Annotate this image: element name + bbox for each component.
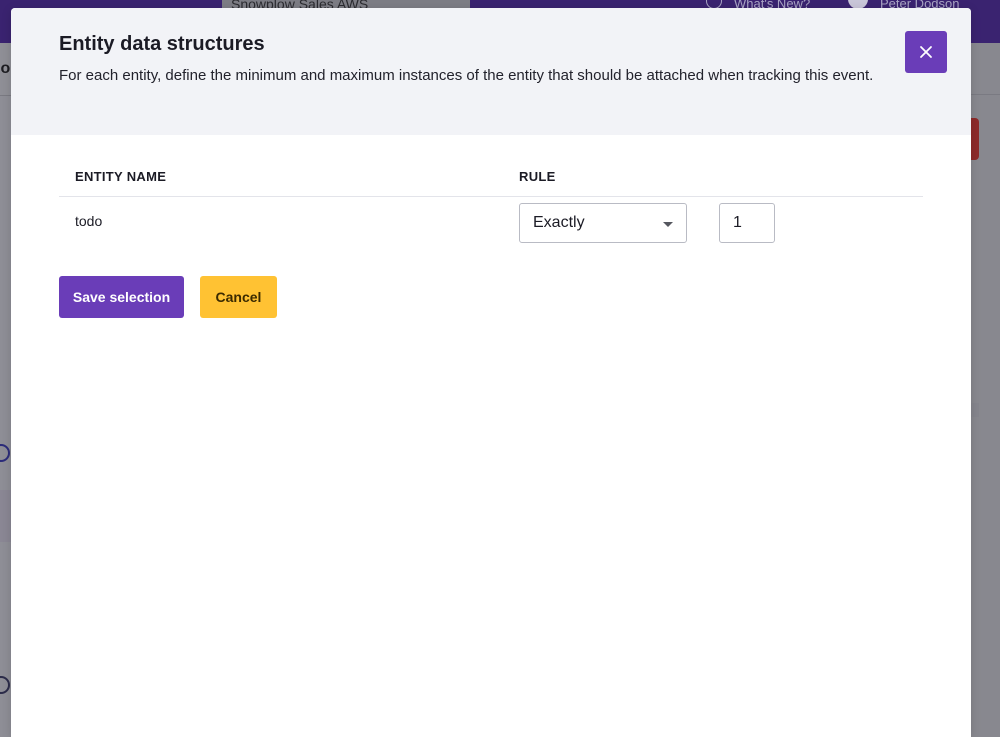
close-icon	[920, 46, 932, 58]
whats-new-link: What's New?	[706, 0, 810, 8]
avatar: PD	[848, 0, 868, 8]
instance-count-input[interactable]	[719, 203, 775, 243]
background-left-block	[0, 490, 11, 542]
background-divider	[971, 94, 1000, 95]
modal-title: Entity data structures	[59, 33, 265, 55]
table-row: todo Exactly	[59, 197, 923, 249]
background-divider-2	[971, 403, 979, 417]
cancel-button[interactable]: Cancel	[200, 276, 277, 318]
workspace-tab: Snowplow Sales AWS	[222, 0, 470, 8]
whats-new-label: What's New?	[734, 0, 811, 8]
entity-table: ENTITY NAME RULE todo Exactly	[59, 158, 923, 249]
background-left-panel	[0, 43, 11, 737]
modal-description: For each entity, define the minimum and …	[59, 67, 874, 84]
user-menu: PD Peter Dodson	[848, 0, 960, 8]
background-left-header: lo	[0, 43, 11, 96]
modal-header: Entity data structures For each entity, …	[11, 8, 971, 135]
user-name: Peter Dodson	[880, 0, 960, 8]
save-selection-button[interactable]: Save selection	[59, 276, 184, 318]
entity-name-cell: todo	[75, 213, 103, 229]
entity-data-structures-modal: Entity data structures For each entity, …	[11, 8, 971, 737]
info-icon	[706, 0, 722, 8]
workspace-tab-label: Snowplow Sales AWS	[231, 0, 369, 8]
chevron-down-icon	[663, 222, 673, 227]
rule-select-value: Exactly	[533, 214, 585, 231]
column-header-rule: RULE	[519, 169, 556, 184]
close-button[interactable]	[905, 31, 947, 73]
column-header-entity-name: ENTITY NAME	[75, 169, 167, 184]
rule-select[interactable]: Exactly	[519, 203, 687, 243]
table-header-row: ENTITY NAME RULE	[59, 158, 923, 197]
background-left-heading: lo	[0, 60, 11, 77]
background-danger-button	[971, 118, 979, 160]
